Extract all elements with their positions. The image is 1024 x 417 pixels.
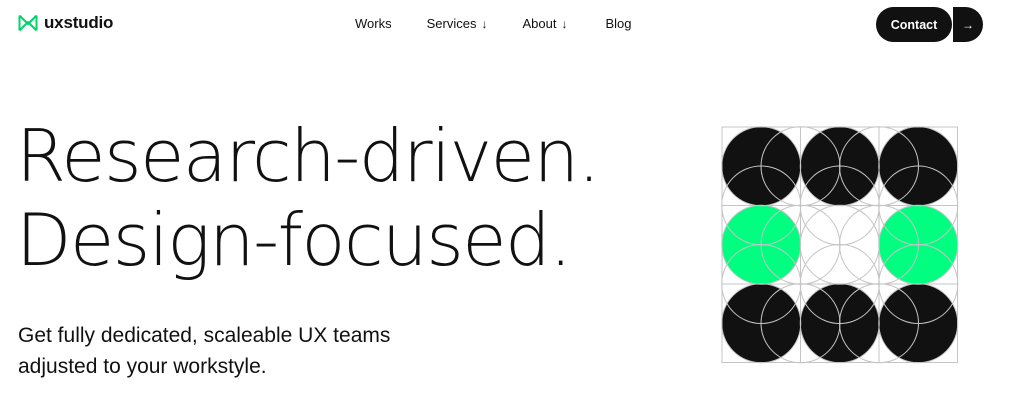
main-nav: Works Services ↓ About ↓ Blog [355,16,631,31]
nav-works[interactable]: Works [355,16,392,31]
subheadline-line-2: adjusted to your workstyle. [18,355,267,378]
hero-subheadline: Get fully dedicated, scaleable UX teams … [18,320,390,382]
nav-about-label: About [522,16,557,31]
nav-about[interactable]: About ↓ [522,16,567,31]
nav-services-label: Services [426,16,477,31]
headline-line-1: Research-driven. [16,114,600,198]
contact-cta: Contact → [876,7,983,42]
logo-text: uxstudio [44,13,114,32]
nav-services[interactable]: Services ↓ [427,16,488,31]
nav-works-label: Works [355,16,392,31]
nav-blog[interactable]: Blog [605,16,631,31]
arrow-right-icon[interactable]: → [953,7,983,42]
headline-line-2: Design-focused. [16,198,572,282]
hero-circle-grid-graphic [721,126,959,364]
arrow-down-icon: ↓ [481,16,488,31]
subheadline-line-1: Get fully dedicated, scaleable UX teams [18,324,391,347]
hero-headline: Research-driven. Design-focused. [16,114,600,282]
logo-mark-icon [18,14,38,32]
arrow-down-icon: ↓ [561,16,568,31]
logo[interactable]: uxstudio [18,13,113,33]
page: uxstudio Works Services ↓ About ↓ Blog C… [0,0,1024,417]
contact-button[interactable]: Contact [876,7,952,42]
nav-blog-label: Blog [605,16,632,31]
